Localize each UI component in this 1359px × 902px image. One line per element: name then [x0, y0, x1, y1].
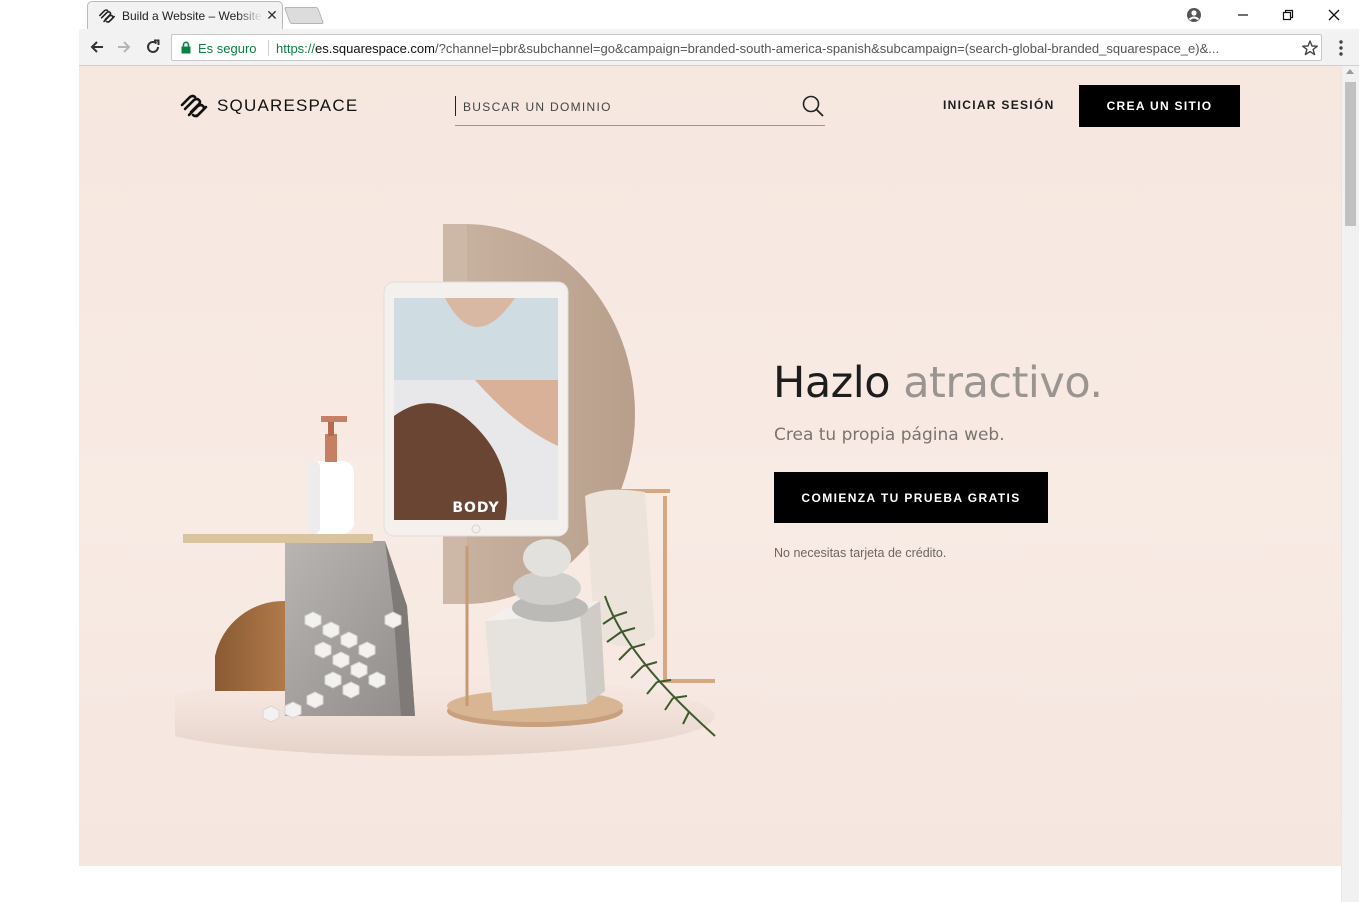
hero-headline: Hazlo atractivo.	[773, 358, 1103, 408]
squarespace-logo-icon	[180, 94, 208, 118]
headline-dark: Hazlo	[773, 358, 891, 408]
hero-section: SQUARESPACE INICIAR SESIÓN CREA UN SITIO	[79, 66, 1341, 866]
omnibox-divider	[268, 40, 269, 56]
url-scheme: https://	[276, 41, 316, 56]
logo-text: SQUARESPACE	[217, 96, 359, 115]
star-icon[interactable]	[1301, 39, 1319, 57]
menu-icon[interactable]	[1333, 38, 1349, 58]
search-icon[interactable]	[801, 94, 825, 118]
tablet-body-text: BODY	[452, 500, 499, 516]
close-icon[interactable]	[1311, 0, 1357, 29]
no-card-note: No necesitas tarjeta de crédito.	[774, 546, 947, 560]
hero-subhead: Crea tu propia página web.	[774, 425, 1005, 445]
tab-close-icon[interactable]: ✕	[264, 7, 280, 23]
forward-icon[interactable]	[112, 35, 136, 59]
signin-link[interactable]: INICIAR SESIÓN	[943, 98, 1055, 112]
hero-illustration: BODY	[175, 224, 716, 756]
scroll-up-arrow-icon[interactable]	[1346, 69, 1354, 74]
text-caret	[455, 96, 456, 116]
secure-label: Es seguro	[198, 41, 257, 56]
url-path: /?channel=pbr&subchannel=go&campaign=bra…	[434, 41, 1220, 56]
domain-search	[455, 92, 825, 126]
url-host: es.squarespace.com	[315, 41, 435, 56]
profile-icon[interactable]	[1171, 0, 1217, 29]
lock-icon	[181, 41, 191, 54]
reload-icon[interactable]	[141, 35, 165, 59]
scroll-thumb[interactable]	[1345, 82, 1356, 226]
browser-chrome: Build a Website – Website ✕ Es seguro ht…	[79, 0, 1359, 66]
squarespace-logo[interactable]: SQUARESPACE	[179, 94, 358, 118]
minimize-icon[interactable]	[1220, 0, 1266, 29]
address-bar[interactable]: Es seguro https://es.squarespace.com/?ch…	[171, 34, 1322, 61]
tab-title: Build a Website – Website	[122, 9, 262, 23]
back-icon[interactable]	[85, 35, 109, 59]
new-tab-button[interactable]	[283, 7, 325, 24]
restore-icon[interactable]	[1265, 0, 1311, 29]
create-site-button[interactable]: CREA UN SITIO	[1079, 85, 1240, 127]
page-scrollbar[interactable]	[1341, 66, 1359, 902]
below-fold	[79, 866, 1341, 902]
start-trial-button[interactable]: COMIENZA TU PRUEBA GRATIS	[774, 472, 1048, 523]
browser-toolbar: Es seguro https://es.squarespace.com/?ch…	[79, 29, 1359, 66]
tab-strip: Build a Website – Website ✕	[79, 0, 1359, 29]
headline-light: atractivo.	[903, 358, 1103, 408]
url-text[interactable]: https://es.squarespace.com/?channel=pbr&…	[276, 41, 1292, 56]
squarespace-favicon-icon	[99, 9, 115, 23]
browser-tab[interactable]: Build a Website – Website ✕	[87, 1, 283, 29]
domain-search-input[interactable]	[463, 96, 783, 118]
